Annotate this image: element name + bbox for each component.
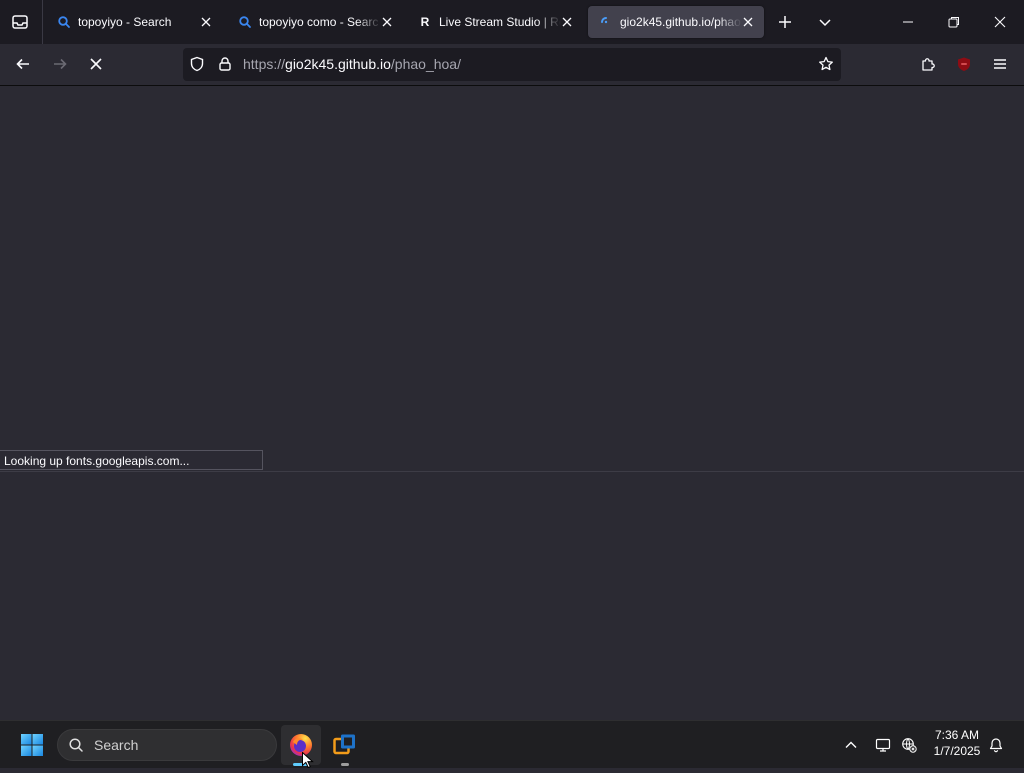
url-path: /phao_hoa/ xyxy=(390,56,461,72)
shield-icon xyxy=(190,56,204,72)
firefox-view-icon xyxy=(12,15,28,29)
plus-icon xyxy=(779,16,791,28)
chevron-down-icon xyxy=(819,19,831,27)
display-tray-button[interactable] xyxy=(875,737,891,753)
mouse-cursor xyxy=(302,751,314,769)
search-icon xyxy=(238,15,252,29)
ublock-origin-button[interactable] xyxy=(948,48,980,80)
windows-logo-icon xyxy=(21,734,43,756)
url-text[interactable]: https://gio2k45.github.io/phao_hoa/ xyxy=(243,48,461,81)
tab-title: gio2k45.github.io/phao xyxy=(620,15,741,29)
loading-icon xyxy=(599,15,613,29)
tab-strip: topoyiyo - Search topoyiyo como - Searc … xyxy=(0,0,1024,44)
close-window-button[interactable] xyxy=(984,6,1016,38)
search-icon xyxy=(57,15,71,29)
url-host: gio2k45.github.io xyxy=(285,56,391,72)
taskbar: Search 7:36 AM 1/7/2025 xyxy=(0,720,1024,768)
tab-gio2k45-active[interactable]: gio2k45.github.io/phao xyxy=(588,6,764,38)
tab-title: topoyiyo como - Searc xyxy=(259,15,379,29)
chevron-up-icon xyxy=(845,741,857,748)
back-button[interactable] xyxy=(7,48,39,80)
list-all-tabs-button[interactable] xyxy=(809,6,841,38)
bookmark-button[interactable] xyxy=(810,48,842,80)
tab-close-icon[interactable] xyxy=(740,14,756,30)
minimize-icon xyxy=(903,21,913,23)
taskbar-search-box[interactable]: Search xyxy=(57,729,277,761)
taskbar-app-button[interactable] xyxy=(333,733,357,757)
tab-title: Live Stream Studio | Re xyxy=(439,15,561,29)
firefox-view-button[interactable] xyxy=(4,6,36,38)
minimize-button[interactable] xyxy=(892,6,924,38)
navigation-toolbar: https://gio2k45.github.io/phao_hoa/ xyxy=(0,44,1024,86)
page-content xyxy=(0,86,1024,720)
restore-icon xyxy=(948,17,959,28)
forward-button[interactable] xyxy=(44,48,76,80)
stop-button[interactable] xyxy=(80,48,112,80)
puzzle-icon xyxy=(922,58,935,71)
notifications-button[interactable] xyxy=(988,737,1004,753)
app-running-indicator xyxy=(341,763,349,766)
stop-icon xyxy=(90,58,102,70)
clock-time: 7:36 AM xyxy=(934,728,980,742)
close-icon xyxy=(994,16,1006,28)
extensions-button[interactable] xyxy=(912,48,944,80)
tab-title: topoyiyo - Search xyxy=(78,15,172,29)
show-hidden-icons-button[interactable] xyxy=(843,737,859,753)
content-divider xyxy=(0,471,1024,472)
ublock-icon xyxy=(958,57,970,71)
tab-live-stream-studio[interactable]: R Live Stream Studio | Re xyxy=(407,6,583,38)
lock-icon xyxy=(219,57,231,71)
forward-arrow-icon xyxy=(54,58,67,70)
star-icon xyxy=(819,56,833,71)
network-offline-icon xyxy=(902,738,917,753)
status-panel: Looking up fonts.googleapis.com... xyxy=(0,450,263,470)
restore-button[interactable] xyxy=(938,6,970,38)
app-menu-button[interactable] xyxy=(984,48,1016,80)
taskbar-clock[interactable]: 7:36 AM 1/7/2025 xyxy=(926,727,988,759)
bell-icon xyxy=(989,738,1003,753)
tab-strip-separator xyxy=(42,0,43,44)
url-scheme: https:// xyxy=(243,56,286,72)
r-favicon-icon: R xyxy=(420,15,430,29)
site-security-button[interactable] xyxy=(209,48,241,80)
back-arrow-icon xyxy=(16,58,29,70)
taskbar-firefox-button[interactable] xyxy=(281,725,321,765)
new-tab-button[interactable] xyxy=(769,6,801,38)
tab-topoyiyo-como-search[interactable]: topoyiyo como - Searc xyxy=(227,6,403,38)
address-bar[interactable]: https://gio2k45.github.io/phao_hoa/ xyxy=(183,48,841,81)
start-button[interactable] xyxy=(19,732,45,758)
clock-date: 1/7/2025 xyxy=(933,744,981,758)
tab-close-icon[interactable] xyxy=(379,14,395,30)
tab-topoyiyo-search[interactable]: topoyiyo - Search xyxy=(46,6,222,38)
tab-close-icon[interactable] xyxy=(559,14,575,30)
search-icon xyxy=(68,737,84,753)
app-windows-icon xyxy=(333,734,355,755)
monitor-icon xyxy=(875,738,891,752)
network-tray-button[interactable] xyxy=(901,737,917,753)
hamburger-menu-icon xyxy=(994,59,1006,69)
tab-close-icon[interactable] xyxy=(198,14,214,30)
taskbar-search-label: Search xyxy=(94,737,139,753)
